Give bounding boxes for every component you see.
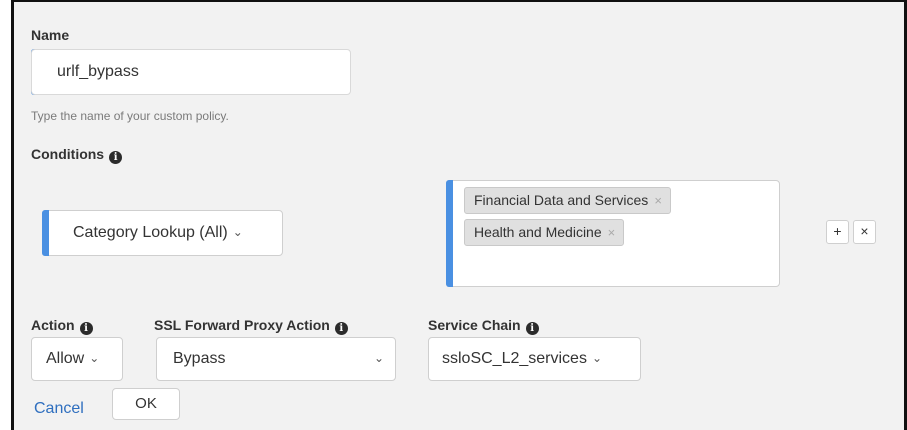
action-select-value: Allow ⌄ (46, 350, 99, 368)
service-chain-select[interactable]: ssloSC_L2_services ⌄ (428, 337, 641, 381)
action-value: Allow (46, 350, 85, 367)
info-icon[interactable]: i (525, 322, 539, 335)
name-label: Name (31, 27, 70, 43)
category-tag: Financial Data and Services × (464, 187, 671, 214)
category-tag-label: Health and Medicine (474, 224, 602, 240)
condition-type-select[interactable]: Category Lookup (All) ⌄ (42, 210, 283, 256)
info-icon[interactable]: i (79, 322, 93, 335)
category-values-accent (446, 180, 453, 287)
name-input[interactable] (31, 49, 351, 95)
category-tag: Health and Medicine × (464, 219, 625, 246)
service-chain-value: ssloSC_L2_services (442, 350, 587, 367)
policy-editor-panel: Name Type the name of your custom policy… (11, 0, 907, 430)
add-condition-button[interactable]: + (826, 220, 849, 244)
ssl-forward-proxy-action-value: Bypass (173, 350, 226, 367)
conditions-label-text: Conditions (31, 146, 105, 162)
condition-type-label: Category Lookup (All) (73, 224, 228, 241)
conditions-label: Conditions i (31, 146, 123, 164)
condition-type-value: Category Lookup (All) ⌄ (73, 224, 243, 242)
info-icon[interactable]: i (334, 322, 348, 335)
service-chain-label-text: Service Chain (428, 317, 521, 333)
chevron-down-icon: ⌄ (374, 351, 385, 365)
category-tag-label: Financial Data and Services (474, 192, 649, 208)
chevron-down-icon: ⌄ (89, 351, 100, 365)
remove-condition-button[interactable]: × (853, 220, 876, 244)
condition-select-accent (42, 210, 49, 256)
ssl-forward-proxy-action-label: SSL Forward Proxy Action i (154, 317, 348, 335)
close-icon[interactable]: × (608, 225, 616, 240)
chevron-down-icon: ⌄ (369, 350, 384, 368)
action-select[interactable]: Allow ⌄ (31, 337, 123, 381)
action-label: Action i (31, 317, 93, 335)
service-chain-label: Service Chain i (428, 317, 539, 335)
chevron-down-icon: ⌄ (232, 225, 243, 239)
name-help-text: Type the name of your custom policy. (31, 109, 229, 123)
ssl-forward-proxy-action-label-text: SSL Forward Proxy Action (154, 317, 330, 333)
ok-button[interactable]: OK (112, 388, 180, 420)
info-icon[interactable]: i (109, 151, 123, 164)
chevron-down-icon: ⌄ (591, 351, 603, 365)
category-values-box[interactable]: Financial Data and Services × Health and … (446, 180, 780, 287)
cancel-button[interactable]: Cancel (34, 400, 84, 418)
service-chain-select-value: ssloSC_L2_services ⌄ (442, 350, 602, 368)
action-label-text: Action (31, 317, 75, 333)
ssl-forward-proxy-action-select[interactable]: Bypass ⌄ (156, 337, 396, 381)
close-icon[interactable]: × (654, 193, 662, 208)
